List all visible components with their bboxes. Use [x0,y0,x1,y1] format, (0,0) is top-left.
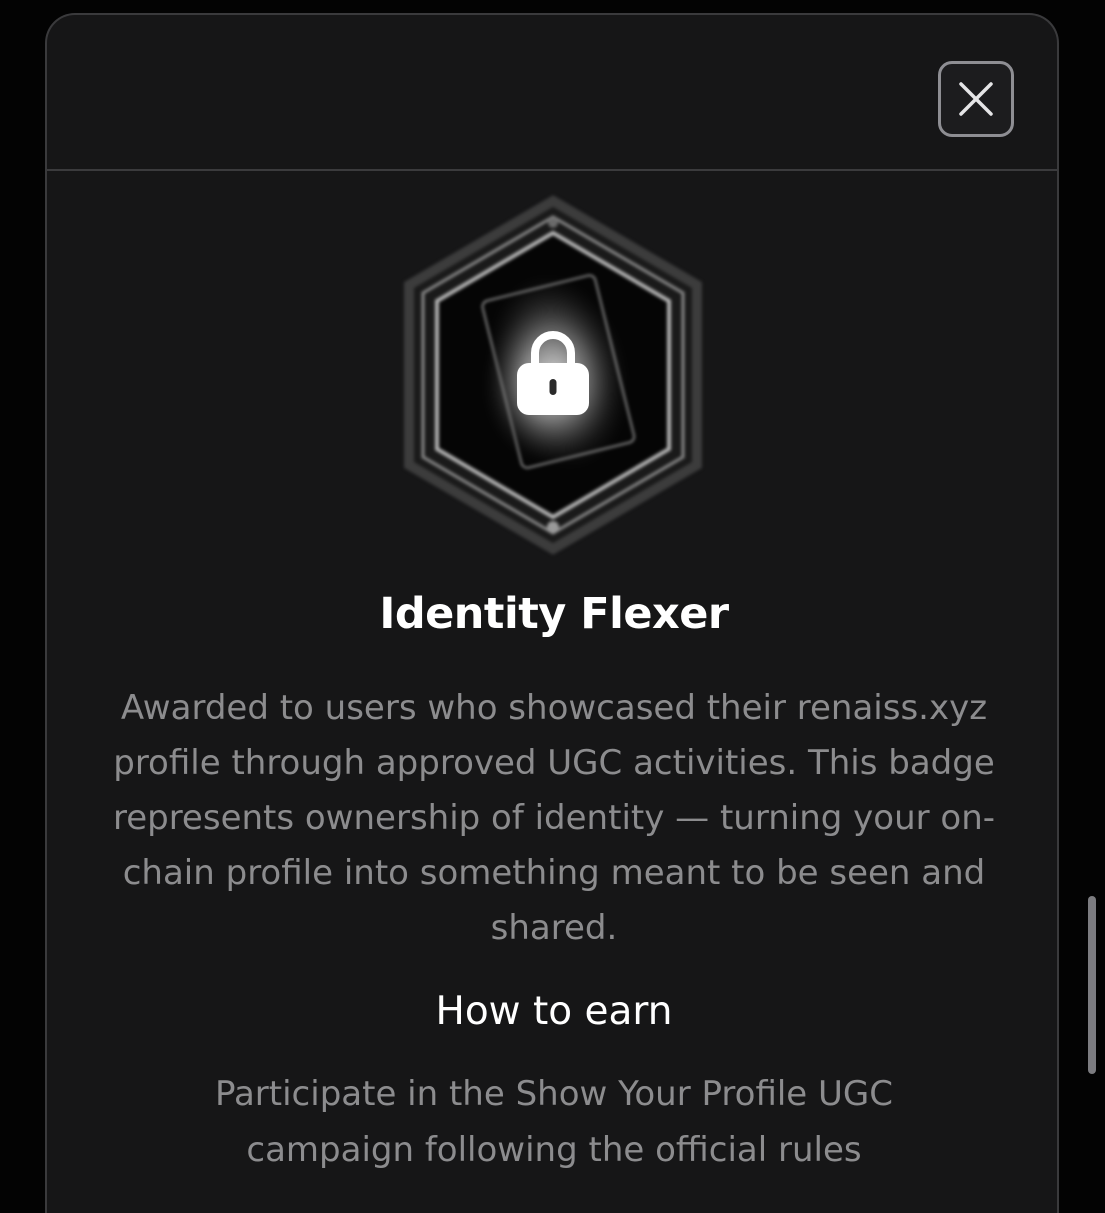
lock-icon [517,331,589,415]
badge-description: Awarded to users who showcased their ren… [112,688,996,948]
badge-detail-modal: Identity Flexer Awarded to users who sho… [45,13,1059,1213]
scrollbar-thumb[interactable] [1088,896,1096,1074]
close-icon [959,82,993,116]
badge-image [397,195,709,555]
how-to-earn-heading: How to earn [435,989,673,1034]
modal-header [47,15,1057,171]
close-button[interactable] [938,61,1014,137]
how-to-earn-text: Participate in the Show Your Profile UGC… [214,1074,894,1170]
badge-title: Identity Flexer [379,589,729,639]
